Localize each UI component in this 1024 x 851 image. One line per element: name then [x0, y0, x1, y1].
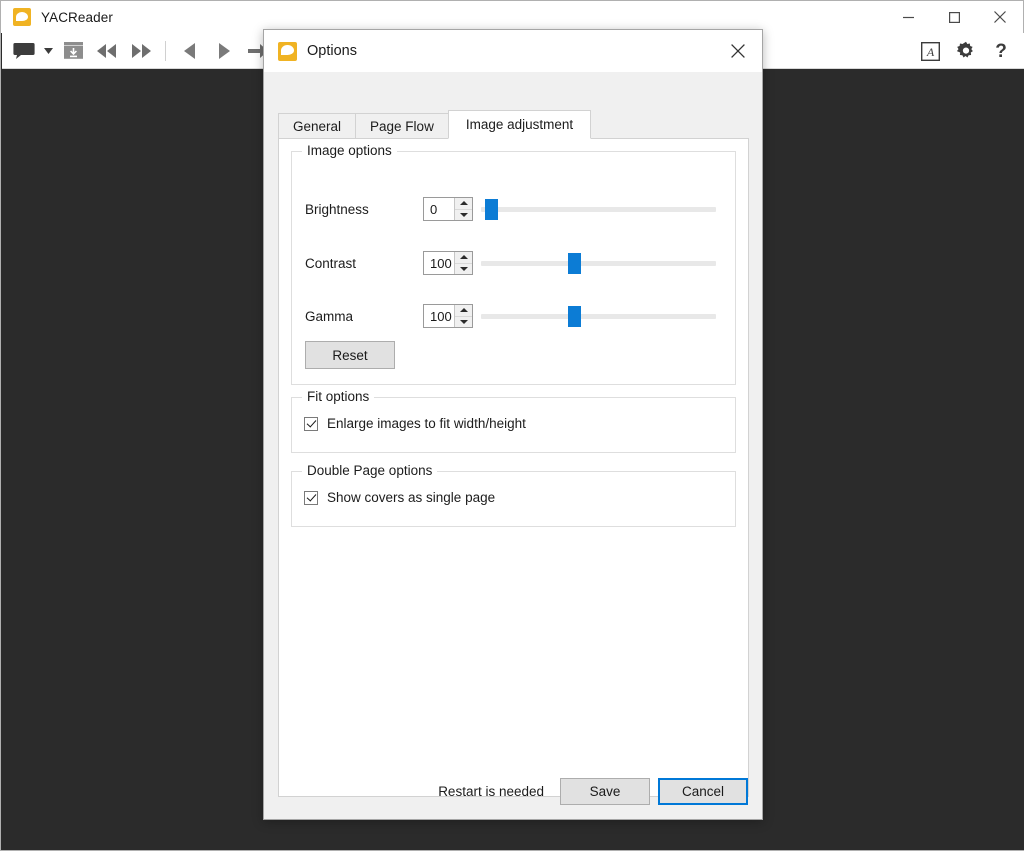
gamma-value[interactable]: 100	[424, 305, 454, 327]
app-title: YACReader	[41, 9, 113, 25]
brightness-label: Brightness	[305, 201, 369, 217]
contrast-value[interactable]: 100	[424, 252, 454, 274]
main-window: YACReader A ? Options General Page Flow …	[0, 0, 1024, 851]
gamma-decrement-button[interactable]	[455, 317, 472, 328]
brightness-increment-button[interactable]	[455, 198, 472, 210]
image-options-group-title: Image options	[302, 143, 397, 158]
tab-general[interactable]: General	[278, 113, 357, 139]
yacreader-speech-bubble-icon	[278, 41, 297, 61]
show-covers-checkbox-row[interactable]: Show covers as single page	[304, 490, 495, 505]
brightness-decrement-button[interactable]	[455, 210, 472, 221]
dialog-title: Options	[307, 43, 357, 59]
maximize-button[interactable]	[931, 1, 977, 33]
dropdown-caret-icon[interactable]	[40, 33, 56, 69]
gamma-row: Gamma 100	[292, 302, 735, 330]
dialog-close-button[interactable]	[718, 34, 758, 68]
brightness-stepper	[454, 198, 472, 220]
tab-page-flow[interactable]: Page Flow	[355, 113, 449, 139]
double-page-options-group-title: Double Page options	[302, 463, 438, 478]
brightness-spinbox[interactable]: 0	[423, 197, 473, 221]
brightness-slider-handle[interactable]	[485, 199, 499, 220]
chevron-down-icon	[459, 212, 468, 217]
open-folder-icon[interactable]	[56, 33, 90, 69]
dialog-footer: Restart is needed Save Cancel	[264, 763, 762, 819]
minimize-button[interactable]	[885, 1, 931, 33]
chevron-down-icon	[459, 266, 468, 271]
first-page-icon[interactable]	[90, 33, 124, 69]
double-page-options-group: Double Page options Show covers as singl…	[291, 463, 736, 527]
reset-button[interactable]: Reset	[305, 341, 395, 369]
gamma-slider-handle[interactable]	[567, 306, 581, 327]
contrast-slider-track[interactable]	[481, 261, 716, 266]
contrast-label: Contrast	[305, 255, 357, 271]
fit-options-group-title: Fit options	[302, 389, 375, 404]
contrast-slider-handle[interactable]	[567, 253, 581, 274]
next-page-icon[interactable]	[207, 33, 241, 69]
svg-text:?: ?	[995, 41, 1007, 61]
contrast-slider[interactable]	[481, 250, 716, 276]
cancel-button[interactable]: Cancel	[658, 777, 748, 805]
restart-needed-note: Restart is needed	[438, 783, 544, 799]
settings-gear-icon[interactable]	[948, 33, 984, 69]
save-button[interactable]: Save	[560, 777, 650, 805]
enlarge-images-label: Enlarge images to fit width/height	[327, 416, 526, 431]
gamma-label: Gamma	[305, 308, 354, 324]
chevron-up-icon	[459, 255, 468, 260]
gamma-stepper	[454, 305, 472, 327]
gamma-spinbox[interactable]: 100	[423, 304, 473, 328]
previous-page-icon[interactable]	[173, 33, 207, 69]
last-page-icon[interactable]	[124, 33, 158, 69]
chevron-up-icon	[459, 308, 468, 313]
tab-page-image-adjustment: Image options Brightness 0 Contrast 100 …	[278, 138, 749, 797]
dialog-tab-bar: General Page Flow Image adjustment	[278, 110, 592, 139]
brightness-slider[interactable]	[481, 196, 716, 222]
dialog-title-bar: Options	[264, 30, 762, 72]
canvas-scrollbar[interactable]	[1016, 69, 1024, 850]
chevron-up-icon	[459, 201, 468, 206]
enlarge-images-checkbox[interactable]	[304, 416, 318, 431]
image-options-group: Image options Brightness 0 Contrast 100 …	[291, 143, 736, 385]
window-controls	[885, 1, 1023, 33]
toolbar-right-group: A ?	[912, 33, 1024, 69]
close-button[interactable]	[977, 1, 1023, 33]
brightness-slider-track[interactable]	[481, 207, 716, 212]
gamma-slider-track[interactable]	[481, 314, 716, 319]
help-question-icon[interactable]: ?	[984, 33, 1018, 69]
gamma-slider[interactable]	[481, 303, 716, 329]
chevron-down-icon	[459, 319, 468, 324]
contrast-row: Contrast 100	[292, 249, 735, 277]
show-covers-single-page-label: Show covers as single page	[327, 490, 496, 505]
fit-options-group: Fit options Enlarge images to fit width/…	[291, 389, 736, 453]
font-options-icon[interactable]: A	[912, 33, 948, 69]
brightness-row: Brightness 0	[292, 195, 735, 223]
toolbar-separator	[165, 40, 166, 61]
gamma-increment-button[interactable]	[455, 305, 472, 317]
brightness-value[interactable]: 0	[424, 198, 454, 220]
show-covers-single-page-checkbox[interactable]	[304, 490, 318, 505]
enlarge-images-checkbox-row[interactable]: Enlarge images to fit width/height	[304, 416, 526, 431]
tab-image-adjustment[interactable]: Image adjustment	[447, 110, 592, 139]
yacreader-speech-bubble-icon	[13, 8, 31, 26]
options-dialog: Options General Page Flow Image adjustme…	[263, 29, 763, 820]
contrast-spinbox[interactable]: 100	[423, 251, 473, 275]
contrast-increment-button[interactable]	[455, 252, 472, 264]
contrast-stepper	[454, 252, 472, 274]
contrast-decrement-button[interactable]	[455, 264, 472, 275]
svg-text:A: A	[925, 45, 934, 59]
comments-bubble-icon[interactable]	[8, 33, 40, 69]
